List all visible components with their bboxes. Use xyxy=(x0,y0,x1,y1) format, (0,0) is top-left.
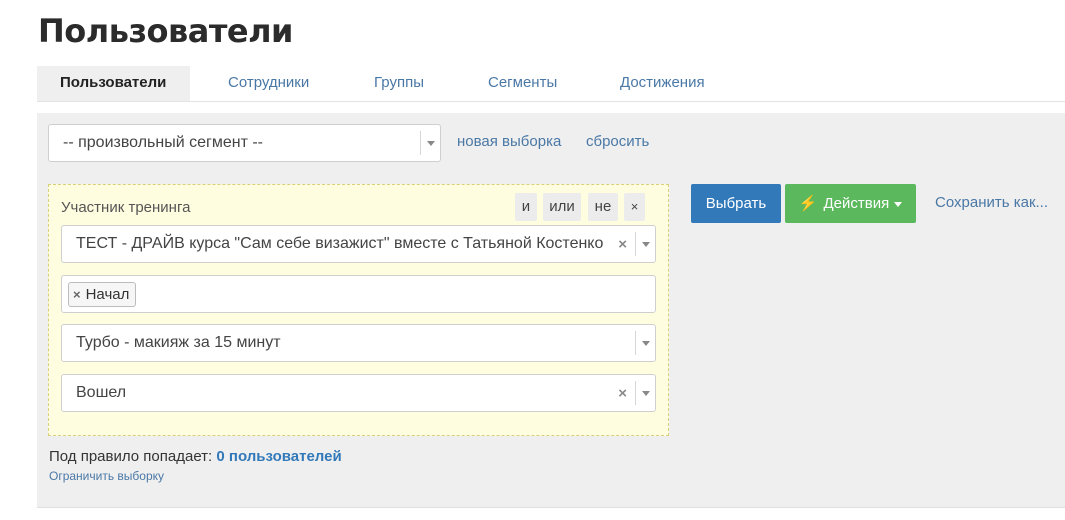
chevron-down-icon xyxy=(420,131,440,155)
caret-down-icon xyxy=(894,201,903,207)
chevron-down-icon xyxy=(635,232,655,256)
tab-segments[interactable]: Сегменты xyxy=(465,66,580,101)
lesson-select-value: Турбо - макияж за 15 минут xyxy=(76,334,281,351)
not-operator-button[interactable]: не xyxy=(588,193,618,221)
rule-block: Участник тренинга и или не × ТЕСТ - ДРАЙ… xyxy=(48,184,669,436)
new-selection-link[interactable]: новая выборка xyxy=(457,133,561,150)
or-operator-button[interactable]: или xyxy=(543,193,581,221)
limit-selection-link[interactable]: Ограничить выборку xyxy=(49,469,164,483)
status-tag-field[interactable]: × Начал xyxy=(61,275,656,313)
select-button[interactable]: Выбрать xyxy=(691,184,781,223)
chevron-down-icon xyxy=(635,331,655,355)
action-select[interactable]: Вошел × xyxy=(61,374,656,412)
actions-dropdown-button[interactable]: ⚡ Действия xyxy=(785,184,916,223)
tab-achievements[interactable]: Достижения xyxy=(597,66,728,101)
tag-remove-icon[interactable]: × xyxy=(73,287,81,302)
reset-link[interactable]: сбросить xyxy=(586,133,649,150)
tab-employees[interactable]: Сотрудники xyxy=(205,66,332,101)
bolt-icon: ⚡ xyxy=(798,195,818,212)
chevron-down-icon xyxy=(635,381,655,405)
summary-prefix: Под правило попадает: xyxy=(49,448,213,465)
actions-label: Действия xyxy=(823,195,890,212)
segment-select-value: -- произвольный сегмент -- xyxy=(63,134,263,151)
rule-label: Участник тренинга xyxy=(61,199,191,216)
tab-users[interactable]: Пользователи xyxy=(37,66,190,101)
status-tag-label: Начал xyxy=(85,286,130,303)
clear-icon[interactable]: × xyxy=(618,375,627,411)
segment-select[interactable]: -- произвольный сегмент -- xyxy=(48,124,441,162)
page-title: Пользователи xyxy=(38,12,293,50)
tab-bar: Пользователи Сотрудники Группы Сегменты … xyxy=(37,66,1065,102)
rule-summary: Под правило попадает: 0 пользователей xyxy=(49,448,342,465)
training-select[interactable]: ТЕСТ - ДРАЙВ курса "Сам себе визажист" в… xyxy=(61,225,656,263)
lesson-select[interactable]: Турбо - макияж за 15 минут xyxy=(61,324,656,362)
save-as-link[interactable]: Сохранить как... xyxy=(935,194,1048,211)
clear-icon[interactable]: × xyxy=(618,226,627,262)
user-count-link[interactable]: 0 пользователей xyxy=(216,448,341,465)
and-operator-button[interactable]: и xyxy=(515,193,537,221)
status-tag: × Начал xyxy=(68,282,137,307)
remove-rule-button[interactable]: × xyxy=(624,193,645,221)
action-select-value: Вошел xyxy=(76,384,127,401)
tab-groups[interactable]: Группы xyxy=(351,66,447,101)
training-select-value: ТЕСТ - ДРАЙВ курса "Сам себе визажист" в… xyxy=(76,235,604,252)
